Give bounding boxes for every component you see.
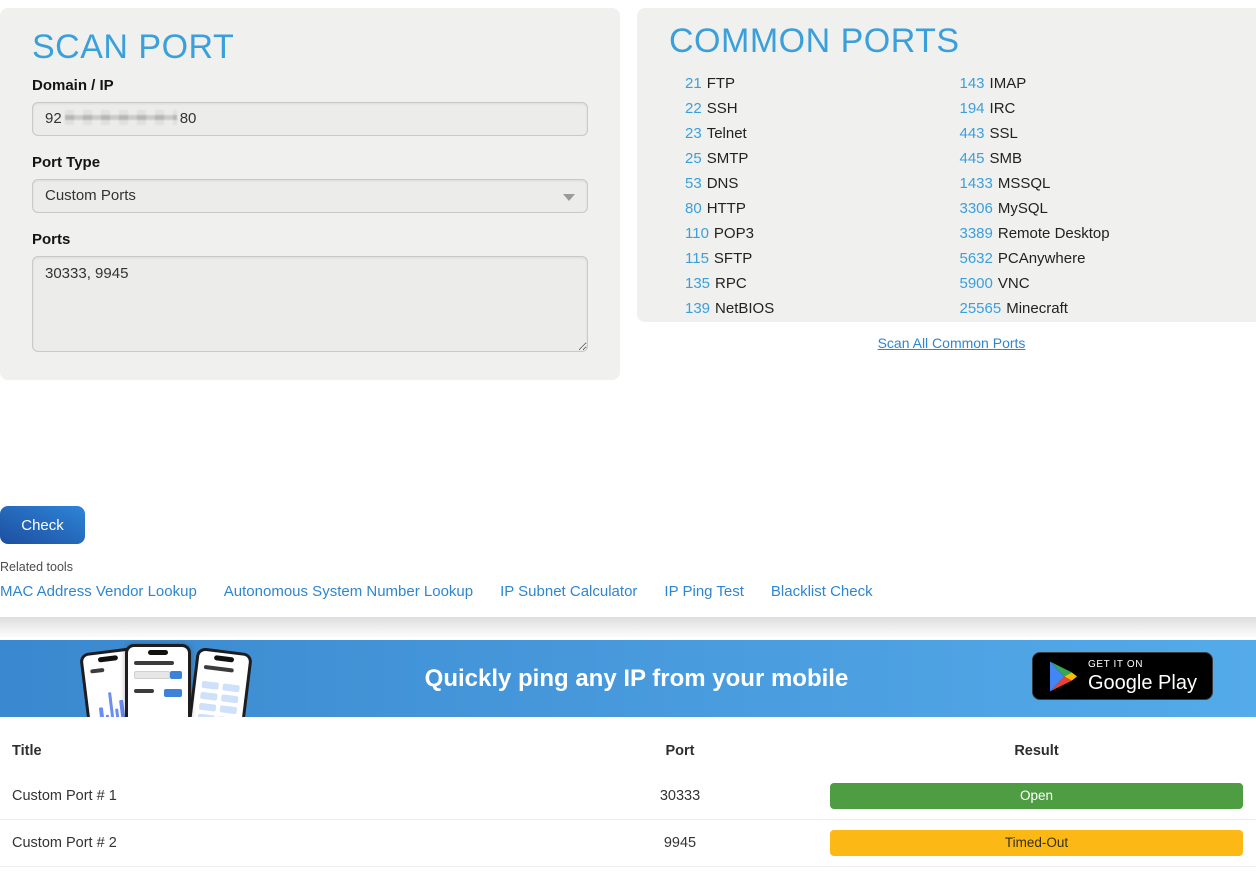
phone-mockups-image bbox=[85, 640, 247, 717]
common-ports-title: COMMON PORTS bbox=[669, 22, 1234, 61]
related-tools-heading: Related tools bbox=[0, 560, 1256, 574]
row-title: Custom Port # 1 bbox=[0, 788, 555, 804]
common-port-item[interactable]: 53DNS bbox=[685, 175, 960, 200]
domain-ip-label: Domain / IP bbox=[32, 77, 588, 94]
domain-ip-input[interactable]: 92 80 bbox=[32, 102, 588, 136]
row-title: Custom Port # 2 bbox=[0, 835, 555, 851]
scan-port-panel: SCAN PORT Domain / IP 92 80 Port Type Cus… bbox=[0, 8, 620, 380]
common-port-item[interactable]: 80HTTP bbox=[685, 200, 960, 225]
domain-ip-value-prefix: 92 bbox=[45, 110, 62, 127]
common-port-item[interactable]: 3306MySQL bbox=[960, 200, 1235, 225]
common-port-item[interactable]: 135RPC bbox=[685, 275, 960, 300]
link-blacklist-check[interactable]: Blacklist Check bbox=[771, 583, 873, 600]
common-port-item[interactable]: 25565Minecraft bbox=[960, 300, 1235, 325]
scan-results-table: Title Port Result Custom Port # 1 30333 … bbox=[0, 730, 1256, 867]
common-port-item[interactable]: 5900VNC bbox=[960, 275, 1235, 300]
common-port-item[interactable]: 1433MSSQL bbox=[960, 175, 1235, 200]
phone-mockup-right bbox=[185, 647, 253, 717]
table-row: Custom Port # 2 9945 Timed-Out bbox=[0, 819, 1256, 866]
scan-all-common-ports-link[interactable]: Scan All Common Ports bbox=[637, 335, 1256, 351]
google-play-icon bbox=[1047, 660, 1077, 693]
common-port-item[interactable]: 110POP3 bbox=[685, 225, 960, 250]
common-ports-column-left: 21FTP 22SSH 23Telnet 25SMTP 53DNS 80HTTP… bbox=[685, 75, 960, 325]
port-type-label: Port Type bbox=[32, 154, 588, 171]
masked-ip-segment bbox=[65, 110, 177, 125]
common-ports-section: COMMON PORTS 21FTP 22SSH 23Telnet 25SMTP… bbox=[637, 8, 1256, 380]
ports-textarea[interactable]: 30333, 9945 bbox=[32, 256, 588, 352]
common-port-item[interactable]: 21FTP bbox=[685, 75, 960, 100]
check-button[interactable]: Check bbox=[0, 506, 85, 544]
related-tools-links: MAC Address Vendor Lookup Autonomous Sys… bbox=[0, 583, 1256, 600]
common-port-item[interactable]: 194IRC bbox=[960, 100, 1235, 125]
header-title: Title bbox=[0, 743, 555, 759]
common-ports-column-right: 143IMAP 194IRC 443SSL 445SMB 1433MSSQL 3… bbox=[960, 75, 1235, 325]
common-port-item[interactable]: 143IMAP bbox=[960, 75, 1235, 100]
google-play-label: Google Play bbox=[1088, 673, 1197, 693]
common-port-item[interactable]: 443SSL bbox=[960, 125, 1235, 150]
ports-label: Ports bbox=[32, 231, 588, 248]
common-port-item[interactable]: 25SMTP bbox=[685, 150, 960, 175]
phone-notch bbox=[98, 655, 118, 662]
domain-ip-value-suffix: 80 bbox=[180, 110, 197, 127]
table-row: Custom Port # 1 30333 Open bbox=[0, 772, 1256, 819]
scan-port-title: SCAN PORT bbox=[32, 28, 588, 67]
common-port-item[interactable]: 3389Remote Desktop bbox=[960, 225, 1235, 250]
chevron-down-icon bbox=[563, 194, 575, 201]
common-ports-panel: COMMON PORTS 21FTP 22SSH 23Telnet 25SMTP… bbox=[637, 8, 1256, 322]
status-badge: Timed-Out bbox=[830, 830, 1243, 856]
link-autonomous-system-number-lookup[interactable]: Autonomous System Number Lookup bbox=[224, 583, 473, 600]
row-port: 9945 bbox=[555, 835, 805, 851]
section-divider bbox=[0, 617, 1256, 637]
header-result: Result bbox=[805, 743, 1256, 759]
result-pills-graphic bbox=[197, 681, 240, 717]
banner-title: Quickly ping any IP from your mobile bbox=[425, 665, 849, 693]
common-port-item[interactable]: 23Telnet bbox=[685, 125, 960, 150]
link-mac-address-vendor-lookup[interactable]: MAC Address Vendor Lookup bbox=[0, 583, 197, 600]
phone-mockup-center bbox=[125, 644, 191, 717]
common-port-item[interactable]: 445SMB bbox=[960, 150, 1235, 175]
port-type-select[interactable]: Custom Ports bbox=[32, 179, 588, 213]
common-port-item[interactable]: 5632PCAnywhere bbox=[960, 250, 1235, 275]
common-port-item[interactable]: 139NetBIOS bbox=[685, 300, 960, 325]
link-ip-ping-test[interactable]: IP Ping Test bbox=[664, 583, 744, 600]
phone-notch bbox=[148, 650, 168, 655]
common-ports-grid: 21FTP 22SSH 23Telnet 25SMTP 53DNS 80HTTP… bbox=[669, 75, 1234, 325]
table-header-row: Title Port Result bbox=[0, 730, 1256, 772]
port-type-selected-value: Custom Ports bbox=[45, 187, 136, 204]
top-section: SCAN PORT Domain / IP 92 80 Port Type Cus… bbox=[0, 0, 1256, 380]
row-port: 30333 bbox=[555, 788, 805, 804]
link-ip-subnet-calculator[interactable]: IP Subnet Calculator bbox=[500, 583, 637, 600]
header-port: Port bbox=[555, 743, 805, 759]
common-port-item[interactable]: 22SSH bbox=[685, 100, 960, 125]
common-port-item[interactable]: 115SFTP bbox=[685, 250, 960, 275]
phone-notch bbox=[214, 655, 234, 662]
google-play-badge[interactable]: GET IT ON Google Play bbox=[1032, 652, 1213, 700]
google-play-badge-text: GET IT ON Google Play bbox=[1088, 660, 1197, 693]
get-it-on-label: GET IT ON bbox=[1088, 660, 1197, 670]
status-badge: Open bbox=[830, 783, 1243, 809]
mobile-app-banner: Quickly ping any IP from your mobile GET… bbox=[0, 640, 1256, 717]
